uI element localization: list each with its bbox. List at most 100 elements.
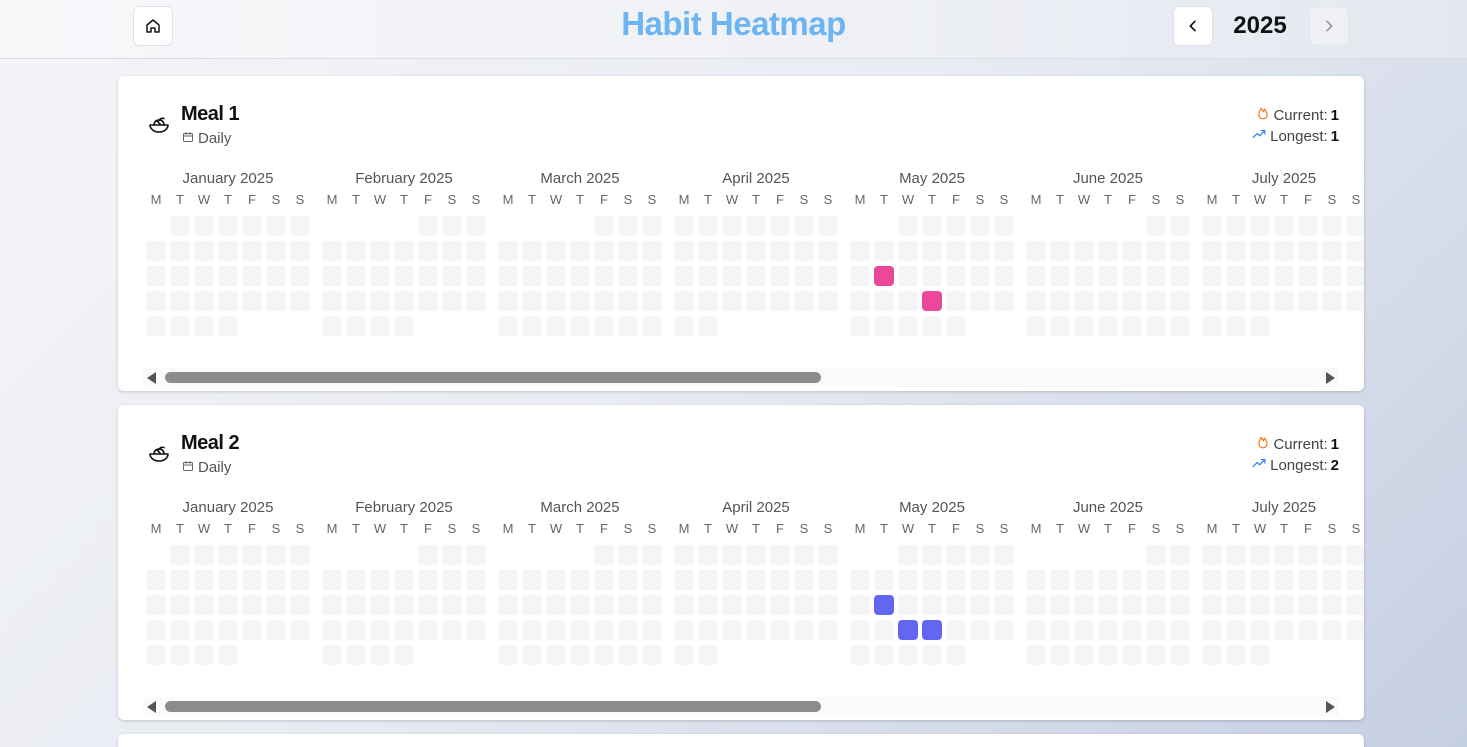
day-cell[interactable] <box>1322 216 1342 236</box>
day-cell[interactable] <box>746 241 766 261</box>
day-cell[interactable] <box>346 266 366 286</box>
day-cell[interactable] <box>746 291 766 311</box>
day-cell[interactable] <box>794 266 814 286</box>
day-cell[interactable] <box>1226 241 1246 261</box>
day-cell[interactable] <box>170 620 190 640</box>
day-cell[interactable] <box>850 570 870 590</box>
day-cell[interactable] <box>322 595 342 615</box>
day-cell[interactable] <box>546 266 566 286</box>
day-cell[interactable] <box>370 316 390 336</box>
day-cell[interactable] <box>1226 545 1246 565</box>
day-cell[interactable] <box>1202 316 1222 336</box>
day-cell[interactable] <box>266 595 286 615</box>
day-cell[interactable] <box>522 645 542 665</box>
day-cell[interactable] <box>746 216 766 236</box>
day-cell[interactable] <box>394 595 414 615</box>
day-cell[interactable] <box>170 570 190 590</box>
day-cell[interactable] <box>466 595 486 615</box>
day-cell[interactable] <box>618 291 638 311</box>
day-cell[interactable] <box>994 545 1014 565</box>
day-cell[interactable] <box>698 316 718 336</box>
day-cell[interactable] <box>1026 645 1046 665</box>
day-cell[interactable] <box>498 570 518 590</box>
day-cell[interactable] <box>1250 216 1270 236</box>
day-cell[interactable] <box>674 316 694 336</box>
day-cell[interactable] <box>1170 620 1190 640</box>
day-cell[interactable] <box>970 216 990 236</box>
day-cell[interactable] <box>1050 316 1070 336</box>
day-cell[interactable] <box>266 266 286 286</box>
day-cell[interactable] <box>946 620 966 640</box>
day-cell[interactable] <box>642 620 662 640</box>
day-cell[interactable] <box>1298 266 1318 286</box>
day-cell[interactable] <box>922 266 942 286</box>
day-cell[interactable] <box>698 216 718 236</box>
day-cell[interactable] <box>1250 241 1270 261</box>
day-cell[interactable] <box>898 266 918 286</box>
day-cell[interactable] <box>1274 291 1294 311</box>
day-cell[interactable] <box>266 570 286 590</box>
day-cell[interactable] <box>1146 266 1166 286</box>
day-cell[interactable] <box>922 545 942 565</box>
day-cell[interactable] <box>290 570 310 590</box>
day-cell[interactable] <box>1050 266 1070 286</box>
day-cell[interactable] <box>466 241 486 261</box>
day-cell[interactable] <box>642 570 662 590</box>
day-cell[interactable] <box>898 316 918 336</box>
day-cell[interactable] <box>546 316 566 336</box>
day-cell[interactable] <box>874 645 894 665</box>
day-cell[interactable] <box>946 595 966 615</box>
day-cell[interactable] <box>1250 645 1270 665</box>
day-cell[interactable] <box>722 241 742 261</box>
day-cell[interactable] <box>970 291 990 311</box>
day-cell[interactable] <box>1146 595 1166 615</box>
day-cell[interactable] <box>922 570 942 590</box>
day-cell[interactable] <box>218 291 238 311</box>
day-cell[interactable] <box>1170 241 1190 261</box>
day-cell[interactable] <box>698 545 718 565</box>
day-cell[interactable] <box>242 595 262 615</box>
day-cell[interactable] <box>594 241 614 261</box>
day-cell[interactable] <box>618 645 638 665</box>
day-cell[interactable] <box>218 645 238 665</box>
day-cell[interactable] <box>674 570 694 590</box>
day-cell[interactable] <box>194 216 214 236</box>
day-cell[interactable] <box>194 570 214 590</box>
day-cell[interactable] <box>394 570 414 590</box>
day-cell[interactable] <box>1050 645 1070 665</box>
day-cell[interactable] <box>818 570 838 590</box>
day-cell[interactable] <box>1074 620 1094 640</box>
day-cell[interactable] <box>1170 570 1190 590</box>
day-cell[interactable] <box>146 241 166 261</box>
previous-year-button[interactable] <box>1173 6 1213 46</box>
day-cell[interactable] <box>218 241 238 261</box>
scroll-left-icon[interactable] <box>147 372 156 384</box>
day-cell[interactable] <box>850 620 870 640</box>
day-cell[interactable] <box>722 570 742 590</box>
day-cell[interactable] <box>1074 645 1094 665</box>
day-cell[interactable] <box>146 291 166 311</box>
day-cell[interactable] <box>1122 595 1142 615</box>
day-cell[interactable] <box>1122 241 1142 261</box>
day-cell[interactable] <box>818 241 838 261</box>
day-cell[interactable] <box>1346 241 1364 261</box>
day-cell[interactable] <box>898 545 918 565</box>
day-cell[interactable] <box>642 241 662 261</box>
day-cell[interactable] <box>522 595 542 615</box>
day-cell[interactable] <box>346 620 366 640</box>
day-cell[interactable] <box>794 241 814 261</box>
day-cell[interactable] <box>970 570 990 590</box>
day-cell[interactable] <box>370 645 390 665</box>
day-cell[interactable] <box>1026 266 1046 286</box>
day-cell[interactable] <box>394 241 414 261</box>
day-cell[interactable] <box>698 620 718 640</box>
day-cell[interactable] <box>194 645 214 665</box>
day-cell[interactable] <box>1322 620 1342 640</box>
day-cell[interactable] <box>322 645 342 665</box>
day-cell[interactable] <box>674 241 694 261</box>
day-cell[interactable] <box>1170 595 1190 615</box>
day-cell[interactable] <box>1026 316 1046 336</box>
day-cell[interactable] <box>618 241 638 261</box>
day-cell[interactable] <box>1202 595 1222 615</box>
day-cell[interactable] <box>442 570 462 590</box>
